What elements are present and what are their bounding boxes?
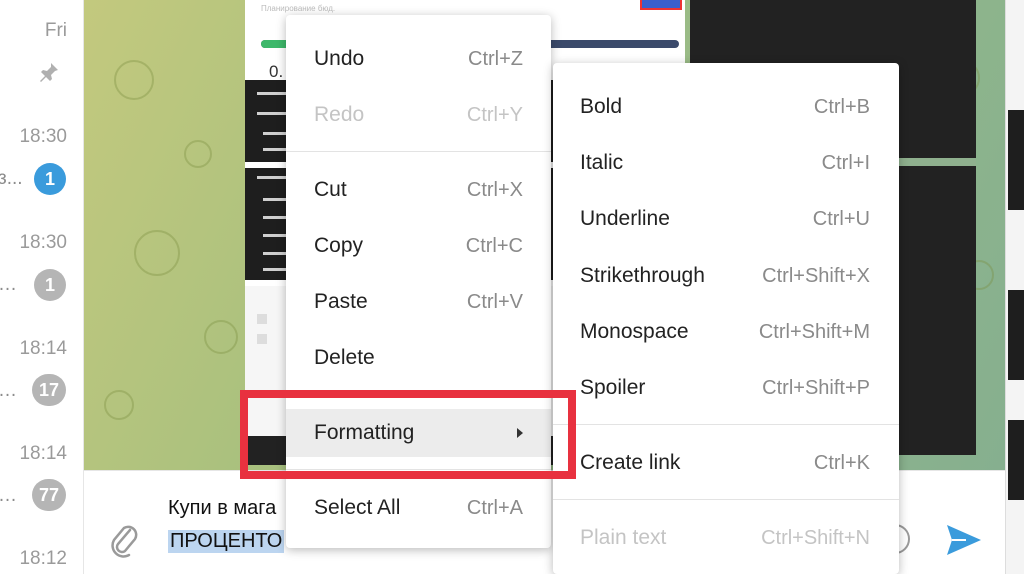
menu-item-label: Redo	[314, 103, 365, 126]
chat-item-time: 18:14	[19, 338, 67, 359]
menu-item-shortcut: Ctrl+V	[466, 291, 523, 313]
wallpaper-doodle	[204, 320, 238, 354]
annotation-highlight-box	[240, 390, 576, 479]
menu-item-label: Strikethrough	[580, 264, 705, 287]
chat-item-preview[interactable]: з...	[0, 168, 23, 190]
wallpaper-doodle	[114, 60, 154, 100]
menu-item-label: Paste	[314, 290, 368, 313]
menu-item-shortcut: Ctrl+U	[812, 208, 870, 230]
menu-item-cut[interactable]: Cut Ctrl+X	[286, 166, 551, 214]
thumbnail-block	[1008, 290, 1024, 380]
submenu-item-spoiler[interactable]: Spoiler Ctrl+Shift+P	[553, 364, 899, 412]
image-header-text: Планирование бюд.	[261, 4, 336, 13]
thumbnail-block	[1008, 110, 1024, 210]
menu-item-shortcut: Ctrl+Shift+N	[761, 527, 870, 549]
checkbox-shape	[257, 314, 267, 324]
menu-item-label: Spoiler	[580, 376, 646, 399]
submenu-item-strikethrough[interactable]: Strikethrough Ctrl+Shift+X	[553, 252, 899, 300]
menu-item-shortcut: Ctrl+C	[465, 235, 523, 257]
unread-badge: 77	[31, 479, 66, 511]
unread-badge: 17	[31, 374, 66, 406]
chat-list-day-label: Fri	[44, 20, 67, 41]
paperclip-icon[interactable]	[108, 522, 142, 560]
menu-item-label: Monospace	[580, 320, 689, 343]
pin-icon	[40, 63, 58, 82]
wallpaper-doodle	[134, 230, 180, 276]
menu-divider	[553, 499, 899, 500]
wallpaper-doodle	[184, 140, 212, 168]
submenu-item-bold[interactable]: Bold Ctrl+B	[553, 83, 899, 131]
menu-item-paste[interactable]: Paste Ctrl+V	[286, 278, 551, 326]
menu-divider	[286, 151, 551, 152]
chat-item-preview[interactable]: …	[0, 485, 17, 507]
thumbnail-block	[1008, 420, 1024, 500]
menu-item-shortcut: Ctrl+Y	[466, 104, 523, 126]
menu-item-select-all[interactable]: Select All Ctrl+A	[286, 484, 551, 532]
menu-item-undo[interactable]: Undo Ctrl+Z	[286, 35, 551, 83]
submenu-item-italic[interactable]: Italic Ctrl+I	[553, 139, 899, 187]
chat-item-time: 18:30	[19, 232, 67, 253]
unread-badge: 1	[34, 269, 66, 301]
menu-item-shortcut: Ctrl+Shift+M	[758, 321, 870, 343]
menu-item-label: Italic	[580, 151, 624, 174]
submenu-item-plain-text: Plain text Ctrl+Shift+N	[553, 514, 899, 562]
menu-item-label: Undo	[314, 47, 365, 70]
chat-list: Fri 18:30 з... 1 18:30 … 1 18:14 … 17 18…	[0, 0, 84, 574]
chat-item-preview[interactable]: …	[0, 380, 17, 402]
menu-item-delete[interactable]: Delete	[286, 334, 551, 382]
message-input-selected-text[interactable]: ПРОЦЕНТО	[168, 530, 285, 553]
menu-item-label: Bold	[580, 95, 623, 118]
menu-item-label: Create link	[580, 451, 681, 474]
formatting-submenu: Bold Ctrl+B Italic Ctrl+I Underline Ctrl…	[553, 63, 899, 574]
menu-item-copy[interactable]: Copy Ctrl+C	[286, 222, 551, 270]
image-value-text: 0.	[269, 62, 284, 81]
chat-item-time: 18:14	[19, 443, 67, 464]
wallpaper-doodle	[104, 390, 134, 420]
menu-item-shortcut: Ctrl+B	[813, 96, 870, 118]
menu-divider	[553, 424, 899, 425]
menu-item-shortcut: Ctrl+X	[466, 179, 523, 201]
menu-item-label: Select All	[314, 496, 401, 519]
menu-item-redo: Redo Ctrl+Y	[286, 91, 551, 139]
menu-item-label: Underline	[580, 207, 670, 230]
menu-item-label: Cut	[314, 178, 347, 201]
submenu-item-create-link[interactable]: Create link Ctrl+K	[553, 439, 899, 487]
checkbox-shape	[257, 334, 267, 344]
menu-item-shortcut: Ctrl+I	[821, 152, 870, 174]
menu-item-label: Delete	[314, 346, 375, 369]
menu-item-shortcut: Ctrl+Z	[468, 48, 523, 70]
chat-item-time: 18:30	[19, 126, 67, 147]
submenu-item-underline[interactable]: Underline Ctrl+U	[553, 195, 899, 243]
menu-item-label: Plain text	[580, 526, 667, 549]
send-icon[interactable]	[944, 522, 984, 558]
menu-item-shortcut: Ctrl+Shift+P	[762, 377, 870, 399]
right-panel	[1005, 0, 1024, 574]
menu-item-shortcut: Ctrl+A	[466, 497, 523, 519]
image-highlight-mark	[640, 0, 682, 10]
message-input-line[interactable]: Купи в мага	[168, 497, 276, 520]
chat-item-preview[interactable]: …	[0, 274, 17, 296]
chat-item-time: 18:12	[19, 548, 67, 569]
menu-item-shortcut: Ctrl+Shift+X	[762, 265, 870, 287]
unread-badge: 1	[34, 163, 66, 195]
menu-item-shortcut: Ctrl+K	[813, 452, 870, 474]
submenu-item-monospace[interactable]: Monospace Ctrl+Shift+M	[553, 308, 899, 356]
menu-item-label: Copy	[314, 234, 364, 257]
